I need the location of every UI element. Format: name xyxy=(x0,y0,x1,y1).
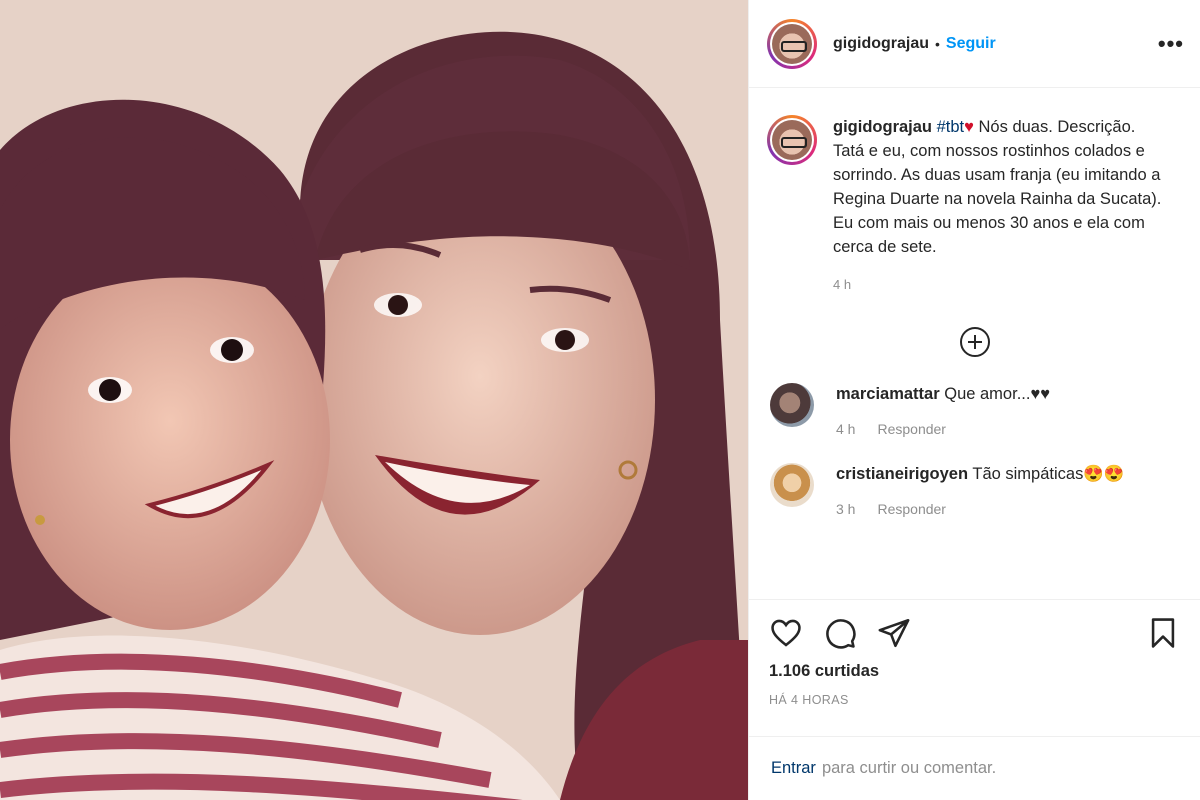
comment-item: cristianeirigoyen Tão simpáticas😍😍 3 h R… xyxy=(749,463,1200,517)
commenter-avatar[interactable] xyxy=(770,383,814,427)
comment-bubble-icon[interactable] xyxy=(823,616,857,650)
post-header: gigidograjau • Seguir ••• xyxy=(749,0,1200,88)
caption-author-avatar[interactable] xyxy=(767,115,817,165)
commenter-avatar[interactable] xyxy=(770,463,814,507)
follow-button[interactable]: Seguir xyxy=(946,35,996,53)
reply-button[interactable]: Responder xyxy=(877,421,946,437)
comment-time[interactable]: 3 h xyxy=(836,501,855,517)
avatar-photo xyxy=(772,120,812,160)
comment-text: Que amor...♥♥ xyxy=(944,385,1051,403)
share-paper-plane-icon[interactable] xyxy=(877,616,911,650)
commenter-username[interactable]: cristianeirigoyen xyxy=(836,465,968,483)
save-bookmark-icon[interactable] xyxy=(1146,616,1180,650)
post-photo xyxy=(0,0,748,800)
load-more-comments-icon[interactable]: ⊕ xyxy=(959,327,990,357)
reply-button[interactable]: Responder xyxy=(877,501,946,517)
comment-time[interactable]: 4 h xyxy=(836,421,855,437)
caption-hashtag[interactable]: #tbt xyxy=(937,118,965,136)
plus-icon xyxy=(967,335,982,349)
photo-illustration xyxy=(0,0,748,800)
comment-item: marciamattar Que amor...♥♥ 4 h Responder xyxy=(749,383,1200,437)
comment-text: Tão simpáticas😍😍 xyxy=(972,465,1125,483)
post-side-panel: gigidograjau • Seguir ••• gigidograjau #… xyxy=(748,0,1200,800)
commenter-username[interactable]: marciamattar xyxy=(836,385,940,403)
comments-section[interactable]: gigidograjau #tbt♥ Nós duas. Descrição. … xyxy=(749,89,1200,599)
caption-username[interactable]: gigidograjau xyxy=(833,118,932,136)
like-heart-icon[interactable] xyxy=(769,616,803,650)
red-heart-icon: ♥ xyxy=(964,118,974,136)
post-caption: gigidograjau #tbt♥ Nós duas. Descrição. … xyxy=(749,89,1200,297)
author-avatar[interactable] xyxy=(767,18,817,69)
post-timestamp[interactable]: HÁ 4 HORAS xyxy=(769,693,1180,707)
author-username[interactable]: gigidograjau xyxy=(833,35,929,53)
more-options-icon[interactable]: ••• xyxy=(1158,31,1184,57)
separator-dot: • xyxy=(935,35,940,52)
login-prompt: Entrar para curtir ou comentar. xyxy=(749,736,1200,800)
caption-text: Nós duas. Descrição. Tatá e eu, com noss… xyxy=(833,118,1162,256)
avatar-photo xyxy=(772,23,812,64)
likes-count[interactable]: 1.106 curtidas xyxy=(769,662,1180,681)
login-link[interactable]: Entrar xyxy=(771,759,816,778)
caption-time[interactable]: 4 h xyxy=(833,273,1163,297)
post-actions: 1.106 curtidas HÁ 4 HORAS xyxy=(749,599,1200,707)
login-prompt-text: para curtir ou comentar. xyxy=(821,759,997,777)
